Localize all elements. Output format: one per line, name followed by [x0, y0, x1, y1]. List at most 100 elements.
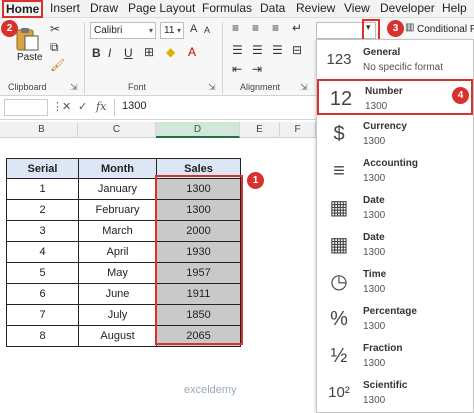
font-color-icon[interactable]: A: [188, 45, 196, 59]
bold-button[interactable]: B: [92, 46, 101, 60]
cell-month[interactable]: April: [78, 241, 157, 263]
cell-serial[interactable]: 4: [6, 241, 79, 263]
exceldemy-watermark: exceldemy: [184, 384, 237, 396]
decrease-indent-icon[interactable]: ⇤: [232, 62, 242, 76]
formula-input[interactable]: 1300: [122, 100, 146, 112]
clipboard-group-label: Clipboard: [8, 82, 47, 92]
scientific-icon: 10²: [328, 384, 350, 401]
column-header-b[interactable]: B: [6, 122, 78, 138]
menu-insert[interactable]: Insert: [50, 0, 80, 18]
clipboard-launcher-icon[interactable]: ⇲: [70, 82, 78, 93]
sales-selection-highlight: [155, 175, 243, 345]
step-badge-4: 4: [452, 87, 469, 104]
column-header-f[interactable]: F: [280, 122, 316, 138]
menu-home[interactable]: Home: [2, 0, 44, 18]
wrap-text-icon[interactable]: ↵: [292, 21, 302, 35]
cell-month[interactable]: January: [78, 178, 157, 200]
format-long-date[interactable]: ▦ Date 1300: [317, 227, 473, 263]
font-shrink-icon[interactable]: A: [204, 25, 210, 35]
format-name: Time: [363, 269, 387, 280]
step-badge-3: 3: [387, 20, 404, 37]
name-box[interactable]: [4, 99, 48, 116]
menu-help[interactable]: Help: [442, 0, 467, 18]
cell-month[interactable]: March: [78, 220, 157, 242]
format-painter-icon[interactable]: 🖌: [50, 58, 65, 72]
format-example: 1300: [363, 247, 386, 258]
format-example: 1300: [363, 321, 386, 332]
menu-page-layout[interactable]: Page Layout: [128, 0, 195, 18]
menu-developer[interactable]: Developer: [380, 0, 435, 18]
cell-serial[interactable]: 5: [6, 262, 79, 284]
format-number[interactable]: 12 Number 1300: [317, 79, 473, 115]
clipboard-icon: [16, 28, 39, 51]
align-bottom-icon[interactable]: ≡: [272, 21, 279, 35]
font-size-combo[interactable]: 11 ▾: [160, 22, 184, 39]
cancel-icon[interactable]: ✕: [62, 100, 71, 113]
cell-month[interactable]: August: [78, 325, 157, 347]
enter-icon[interactable]: ✓: [78, 100, 87, 113]
merge-icon[interactable]: ⊟: [292, 43, 302, 57]
menu-data[interactable]: Data: [260, 0, 285, 18]
format-name: Accounting: [363, 158, 418, 169]
align-middle-icon[interactable]: ≡: [252, 21, 259, 35]
menu-draw[interactable]: Draw: [90, 0, 118, 18]
format-short-date[interactable]: ▦ Date 1300: [317, 190, 473, 226]
align-right-icon[interactable]: ☰: [272, 43, 283, 57]
conditional-formatting-button[interactable]: Conditional Fo: [417, 24, 474, 35]
cell-month[interactable]: February: [78, 199, 157, 221]
menu-review[interactable]: Review: [296, 0, 335, 18]
format-name: Number: [365, 86, 403, 97]
cell-month[interactable]: July: [78, 304, 157, 326]
header-month[interactable]: Month: [78, 158, 157, 179]
align-center-icon[interactable]: ☰: [252, 43, 263, 57]
font-launcher-icon[interactable]: ⇲: [208, 82, 216, 93]
cell-serial[interactable]: 1: [6, 178, 79, 200]
cell-month[interactable]: June: [78, 283, 157, 305]
cell-serial[interactable]: 6: [6, 283, 79, 305]
align-top-icon[interactable]: ≡: [232, 21, 239, 35]
format-name: Currency: [363, 121, 407, 132]
cell-serial[interactable]: 3: [6, 220, 79, 242]
cell-serial[interactable]: 8: [6, 325, 79, 347]
font-name-combo[interactable]: Calibri ▾: [90, 22, 156, 39]
format-accounting[interactable]: ≡ Accounting 1300: [317, 153, 473, 189]
clock-icon: ◷: [330, 271, 348, 293]
column-header-d[interactable]: D: [156, 122, 240, 138]
paste-label: Paste: [17, 52, 43, 63]
align-left-icon[interactable]: ☰: [232, 43, 243, 57]
copy-icon[interactable]: ⧉: [50, 40, 59, 55]
column-header-e[interactable]: E: [240, 122, 280, 138]
format-time[interactable]: ◷ Time 1300: [317, 264, 473, 300]
formula-separator: [114, 99, 115, 116]
alignment-launcher-icon[interactable]: ⇲: [300, 82, 308, 93]
cell-month[interactable]: May: [78, 262, 157, 284]
cut-icon[interactable]: ✂: [50, 22, 60, 36]
menu-view[interactable]: View: [344, 0, 370, 18]
cell-serial[interactable]: 2: [6, 199, 79, 221]
alignment-group-label: Alignment: [240, 82, 281, 92]
paste-button[interactable]: [14, 26, 40, 52]
increase-indent-icon[interactable]: ⇥: [252, 62, 262, 76]
format-name: Date: [363, 195, 385, 206]
ribbon-separator: [222, 22, 223, 94]
ribbon-separator: [84, 22, 85, 94]
format-currency[interactable]: $ Currency 1300: [317, 116, 473, 152]
format-general[interactable]: 123 General No specific format: [317, 42, 473, 78]
menu-formulas[interactable]: Formulas: [202, 0, 252, 18]
format-example: 1300: [363, 284, 386, 295]
column-header-c[interactable]: C: [78, 122, 156, 138]
format-percentage[interactable]: % Percentage 1300: [317, 301, 473, 337]
cell-serial[interactable]: 7: [6, 304, 79, 326]
italic-button[interactable]: I: [108, 46, 111, 60]
format-fraction[interactable]: ½ Fraction 1300: [317, 338, 473, 374]
underline-button[interactable]: U: [124, 46, 133, 60]
format-example: 1300: [365, 101, 388, 112]
conditional-format-icon[interactable]: ▥: [405, 22, 414, 33]
fill-color-icon[interactable]: ◆: [166, 45, 175, 59]
borders-icon[interactable]: ⊞: [144, 45, 154, 59]
insert-function-icon[interactable]: fx: [96, 100, 106, 113]
format-scientific[interactable]: 10² Scientific 1300: [317, 375, 473, 411]
chevron-down-icon[interactable]: ▾: [366, 22, 371, 33]
font-grow-icon[interactable]: A: [190, 23, 197, 35]
header-serial[interactable]: Serial: [6, 158, 79, 179]
